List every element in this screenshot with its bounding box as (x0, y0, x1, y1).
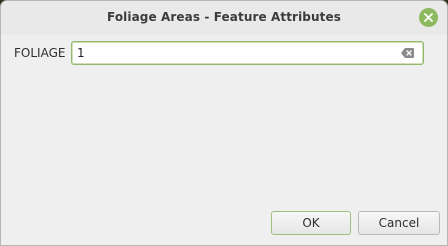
foliage-input-value[interactable]: 1 (77, 46, 85, 60)
foliage-label: FOLIAGE (14, 46, 66, 60)
close-button[interactable] (419, 8, 438, 27)
title-bar[interactable]: Foliage Areas - Feature Attributes (1, 1, 447, 35)
window-title: Foliage Areas - Feature Attributes (107, 10, 341, 24)
ok-button[interactable]: OK (271, 211, 351, 235)
feature-attributes-dialog: Foliage Areas - Feature Attributes FOLIA… (0, 0, 448, 246)
cancel-button[interactable]: Cancel (358, 211, 440, 235)
foliage-input[interactable]: 1 (71, 41, 424, 65)
close-icon (424, 13, 433, 22)
clear-text-icon[interactable] (401, 48, 414, 58)
